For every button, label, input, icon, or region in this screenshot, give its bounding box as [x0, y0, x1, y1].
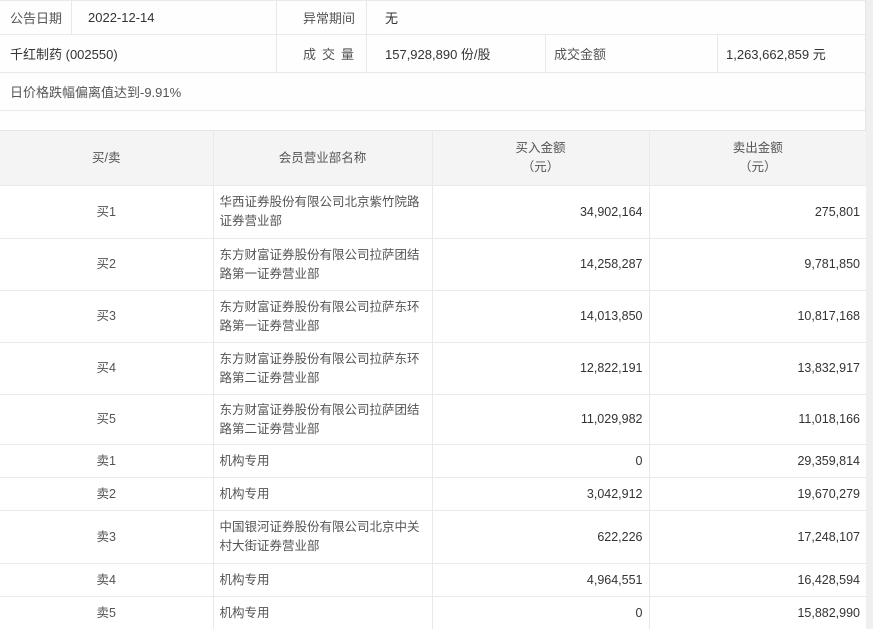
announce-date-label: 公告日期 [0, 1, 72, 34]
buy-amount-cell: 0 [432, 444, 650, 478]
buy-amount-cell: 3,042,912 [432, 477, 650, 511]
branch-cell: 华西证券股份有限公司北京紫竹院路证券营业部 [213, 185, 433, 239]
side-cell: 卖2 [0, 477, 214, 511]
stock-info-section: 公告日期 2022-12-14 异常期间 无 千红制药 (002550) 成交量… [0, 0, 865, 111]
table-row-buy1: 买1 华西证券股份有限公司北京紫竹院路证券营业部 34,902,164 275,… [0, 185, 866, 239]
buy-amount-cell: 14,258,287 [432, 238, 650, 291]
branch-cell: 机构专用 [213, 444, 433, 478]
branch-cell: 机构专用 [213, 477, 433, 511]
side-cell: 买4 [0, 342, 214, 395]
abnormal-reason-text: 日价格跌幅偏离值达到-9.91% [10, 85, 182, 100]
buy-amount-header-line1: 买入金额 [515, 141, 566, 155]
turnover-value: 1,263,662,859 元 [726, 47, 826, 62]
volume-value: 157,928,890 份/股 [367, 35, 546, 72]
sell-amount-cell: 19,670,279 [649, 477, 866, 511]
side-cell: 卖1 [0, 444, 214, 478]
buy-amount-cell: 0 [432, 596, 650, 629]
branch-cell: 东方财富证券股份有限公司拉萨东环路第一证券营业部 [213, 290, 433, 343]
col-header-sell-amount: 卖出金额 （元） [649, 130, 866, 186]
table-row-sell5: 卖5 机构专用 0 15,882,990 [0, 596, 866, 629]
table-row-sell4: 卖4 机构专用 4,964,551 16,428,594 [0, 563, 866, 597]
branch-cell: 机构专用 [213, 563, 433, 597]
side-cell: 买3 [0, 290, 214, 343]
broker-branch-table: 买/卖 会员营业部名称 买入金额 （元） 卖出金额 （元） 买1 华西证券股份有… [0, 130, 866, 629]
col-header-buy-amount: 买入金额 （元） [432, 130, 650, 186]
table-row-buy5: 买5 东方财富证券股份有限公司拉萨团结路第二证券营业部 11,029,982 1… [0, 394, 866, 445]
sell-amount-cell: 16,428,594 [649, 563, 866, 597]
buy-amount-cell: 34,902,164 [432, 185, 650, 239]
sell-amount-cell: 275,801 [649, 185, 866, 239]
sell-amount-cell: 11,018,166 [649, 394, 866, 445]
table-row-buy3: 买3 东方财富证券股份有限公司拉萨东环路第一证券营业部 14,013,850 1… [0, 290, 866, 343]
table-row-sell3: 卖3 中国银河证券股份有限公司北京中关村大街证券营业部 622,226 17,2… [0, 510, 866, 564]
info-row-announce: 公告日期 2022-12-14 异常期间 无 [0, 1, 865, 35]
side-cell: 买1 [0, 185, 214, 239]
branch-cell: 东方财富证券股份有限公司拉萨团结路第二证券营业部 [213, 394, 433, 445]
side-cell: 卖5 [0, 596, 214, 629]
table-row-sell2: 卖2 机构专用 3,042,912 19,670,279 [0, 477, 866, 511]
stock-name: 千红制药 (002550) [0, 35, 277, 72]
side-cell: 买2 [0, 238, 214, 291]
col-header-branch: 会员营业部名称 [213, 130, 433, 186]
table-row-buy4: 买4 东方财富证券股份有限公司拉萨东环路第二证券营业部 12,822,191 1… [0, 342, 866, 395]
branch-cell: 东方财富证券股份有限公司拉萨东环路第二证券营业部 [213, 342, 433, 395]
buy-amount-header-line2: （元） [521, 160, 560, 174]
table-row-buy2: 买2 东方财富证券股份有限公司拉萨团结路第一证券营业部 14,258,287 9… [0, 238, 866, 291]
buy-amount-cell: 14,013,850 [432, 290, 650, 343]
info-row-stock: 千红制药 (002550) 成交量 157,928,890 份/股 成交金额 1… [0, 35, 865, 73]
branch-cell: 东方财富证券股份有限公司拉萨团结路第一证券营业部 [213, 238, 433, 291]
sell-amount-header-line1: 卖出金额 [732, 141, 783, 155]
announce-date-value: 2022-12-14 [72, 1, 277, 34]
buy-amount-cell: 4,964,551 [432, 563, 650, 597]
buy-amount-cell: 622,226 [432, 510, 650, 564]
sell-amount-header-line2: （元） [738, 160, 777, 174]
buy-amount-cell: 12,822,191 [432, 342, 650, 395]
col-header-side: 买/卖 [0, 130, 214, 186]
table-row-sell1: 卖1 机构专用 0 29,359,814 [0, 444, 866, 478]
side-cell: 卖3 [0, 510, 214, 564]
sell-amount-cell: 15,882,990 [649, 596, 866, 629]
sell-amount-cell: 29,359,814 [649, 444, 866, 478]
abnormal-period-value: 无 [385, 11, 399, 26]
section-gap [0, 111, 865, 130]
sell-amount-cell: 10,817,168 [649, 290, 866, 343]
table-header-row: 买/卖 会员营业部名称 买入金额 （元） 卖出金额 （元） [0, 130, 866, 186]
sell-amount-cell: 9,781,850 [649, 238, 866, 291]
side-cell: 卖4 [0, 563, 214, 597]
side-cell: 买5 [0, 394, 214, 445]
sell-amount-cell: 13,832,917 [649, 342, 866, 395]
lhb-panel: 公告日期 2022-12-14 异常期间 无 千红制药 (002550) 成交量… [0, 0, 866, 629]
turnover-label: 成交金额 [546, 35, 718, 72]
volume-label: 成交量 [277, 35, 367, 72]
info-row-reason: 日价格跌幅偏离值达到-9.91% [0, 73, 865, 111]
buy-amount-cell: 11,029,982 [432, 394, 650, 445]
branch-cell: 机构专用 [213, 596, 433, 629]
sell-amount-cell: 17,248,107 [649, 510, 866, 564]
branch-cell: 中国银河证券股份有限公司北京中关村大街证券营业部 [213, 510, 433, 564]
abnormal-period-label: 异常期间 [277, 1, 367, 34]
